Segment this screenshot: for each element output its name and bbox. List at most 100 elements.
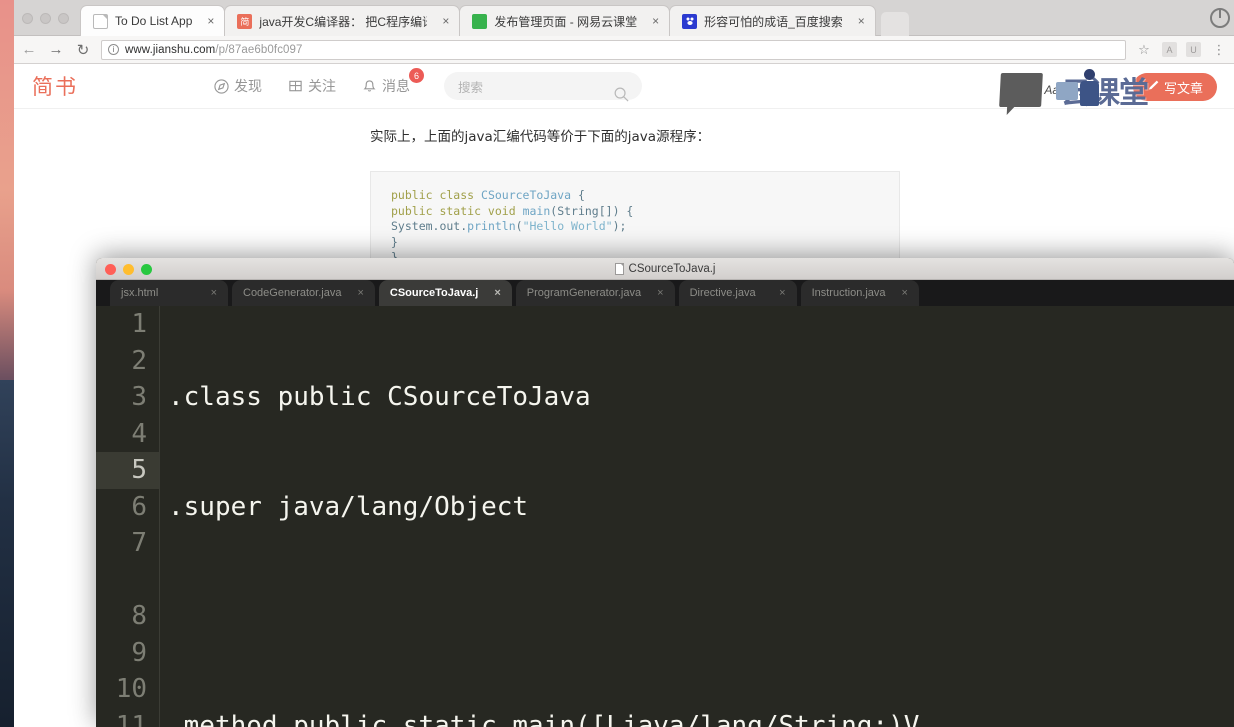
baidu-icon (682, 13, 698, 29)
browser-tab-title: java开发C编译器： 把C程序编译 (259, 14, 428, 29)
line-number: 3 (131, 382, 147, 412)
maximize-window-button[interactable] (58, 13, 69, 24)
browser-tab-title: 形容可怕的成语_百度搜索 (704, 14, 843, 29)
editor-code-area[interactable]: 1 2 3 4 5 6 7 8 9 10 11 .class public CS… (96, 306, 1234, 727)
close-icon[interactable]: × (434, 15, 449, 27)
angular-extension-icon[interactable]: A (1162, 42, 1177, 57)
back-icon[interactable]: ← (20, 41, 38, 59)
line-number: 7 (131, 528, 147, 558)
url-path: /p/87ae6b0fc097 (215, 43, 303, 56)
browser-tab-strip: To Do List App × 简 java开发C编译器： 把C程序编译 × … (14, 0, 1234, 36)
nav-item-label: 消息 (382, 79, 410, 95)
bell-icon (362, 79, 377, 94)
write-article-button[interactable]: 写文章 (1132, 73, 1217, 101)
line-number: 10 (115, 674, 147, 704)
article-content: 实际上，上面的java汇编代码等价于下面的java源程序： public cla… (14, 109, 1234, 303)
chrome-menu-icon[interactable]: ⋮ (1210, 41, 1228, 59)
book-icon (288, 79, 303, 94)
editor-window-controls[interactable] (105, 264, 152, 275)
window-controls[interactable] (22, 13, 69, 24)
close-window-button[interactable] (105, 264, 116, 275)
yunketang-watermark: Aa 云课堂 (999, 68, 1149, 112)
editor-tab-csourcetojava-j[interactable]: CSourceToJava.j × (378, 280, 512, 306)
close-icon[interactable]: × (779, 287, 785, 299)
close-icon[interactable]: × (199, 15, 214, 27)
new-tab-button[interactable] (880, 12, 909, 36)
code-text[interactable]: .class public CSourceToJava .super java/… (160, 306, 1234, 727)
nav-item-discover[interactable]: 发现 (214, 76, 262, 96)
minimize-window-button[interactable] (123, 264, 134, 275)
forward-icon[interactable]: → (47, 41, 65, 59)
line-number: 9 (131, 637, 147, 668)
compass-icon (214, 78, 229, 94)
jianshu-header: 简书 发现 关注 消息 6 搜索 写文章 Aa 云课堂 (14, 64, 1234, 112)
line-number: 8 (131, 601, 147, 631)
close-window-button[interactable] (22, 13, 33, 24)
url-domain: www.jianshu.com (125, 43, 216, 56)
document-icon (93, 13, 108, 29)
browser-profile-icon[interactable] (1210, 8, 1230, 28)
nav-item-following[interactable]: 关注 (288, 76, 336, 96)
line-number: 2 (131, 345, 147, 376)
close-icon[interactable]: × (494, 287, 500, 299)
browser-tab-0[interactable]: To Do List App × (80, 5, 226, 36)
site-info-icon[interactable]: i (108, 44, 119, 55)
code-line: } (391, 234, 398, 249)
editor-window-title: CSourceToJava.j (628, 262, 716, 275)
editor-tab-label: CodeGenerator.java (243, 287, 342, 299)
browser-tab-title: To Do List App (115, 14, 193, 28)
editor-tab-instruction-java[interactable]: Instruction.java × (800, 280, 919, 306)
minimize-window-button[interactable] (40, 13, 51, 24)
file-icon (614, 262, 624, 275)
jianshu-nav: 发现 关注 消息 6 (214, 68, 424, 96)
browser-tab-1[interactable]: 简 java开发C编译器： 把C程序编译 × (224, 5, 461, 36)
editor-tab-codegenerator-java[interactable]: CodeGenerator.java × (232, 280, 375, 306)
close-icon[interactable]: × (657, 287, 663, 299)
editor-tab-label: jsx.html (121, 287, 159, 299)
browser-toolbar: ← → ↻ i www.jianshu.com/p/87ae6b0fc097 ☆… (14, 36, 1234, 64)
sublime-editor-window: CSourceToJava.j jsx.html × CodeGenerator… (96, 258, 1234, 727)
line-number: 4 (131, 418, 147, 449)
close-icon[interactable]: × (850, 15, 865, 27)
close-icon[interactable]: × (644, 15, 659, 27)
editor-tab-bar: jsx.html × CodeGenerator.java × CSourceT… (96, 280, 1234, 306)
close-icon[interactable]: × (902, 287, 908, 299)
reload-icon[interactable]: ↻ (74, 41, 92, 59)
person-body (1079, 81, 1099, 106)
book-logo-icon (999, 73, 1044, 107)
line-number (96, 562, 159, 599)
editor-title-bar[interactable]: CSourceToJava.j (96, 258, 1234, 280)
line-number-gutter: 1 2 3 4 5 6 7 8 9 10 11 (96, 306, 160, 727)
maximize-window-button[interactable] (141, 264, 152, 275)
search-input[interactable]: 搜索 (444, 72, 642, 102)
write-article-label: 写文章 (1163, 81, 1203, 97)
close-icon[interactable]: × (211, 287, 217, 299)
editor-tab-jsx-html[interactable]: jsx.html × (110, 280, 228, 306)
code-line: System.out.println("Hello World"); (391, 219, 627, 233)
article-paragraph: 实际上，上面的java汇编代码等价于下面的java源程序： (370, 129, 711, 145)
editor-tab-programgenerator-java[interactable]: ProgramGenerator.java × (515, 280, 675, 306)
address-bar[interactable]: i www.jianshu.com/p/87ae6b0fc097 (101, 39, 1126, 60)
browser-tab-3[interactable]: 形容可怕的成语_百度搜索 × (669, 5, 876, 36)
person-head (1083, 69, 1095, 80)
line-number: 11 (115, 710, 147, 727)
code-line: .class public CSourceToJava (168, 382, 591, 412)
nav-item-label: 发现 (234, 79, 262, 95)
code-line: .super java/lang/Object (168, 491, 529, 522)
editor-tab-directive-java[interactable]: Directive.java × (678, 280, 797, 306)
browser-tabs: To Do List App × 简 java开发C编译器： 把C程序编译 × … (80, 5, 909, 36)
editor-tab-label: ProgramGenerator.java (526, 287, 642, 299)
editor-tab-label: Instruction.java (811, 287, 886, 299)
u-extension-icon[interactable]: U (1186, 42, 1201, 57)
code-line: public static void main(String[]) { (391, 203, 634, 218)
jianshu-icon: 简 (237, 13, 253, 29)
bookmark-star-icon[interactable]: ☆ (1135, 41, 1153, 59)
pencil-icon (1147, 79, 1160, 96)
close-icon[interactable]: × (357, 287, 363, 299)
nav-item-messages[interactable]: 消息 6 (362, 68, 424, 96)
jianshu-logo[interactable]: 简书 (32, 71, 78, 101)
green-icon (472, 13, 488, 29)
browser-tab-2[interactable]: 发布管理页面 - 网易云课堂 × (459, 5, 671, 36)
search-placeholder: 搜索 (458, 79, 484, 95)
